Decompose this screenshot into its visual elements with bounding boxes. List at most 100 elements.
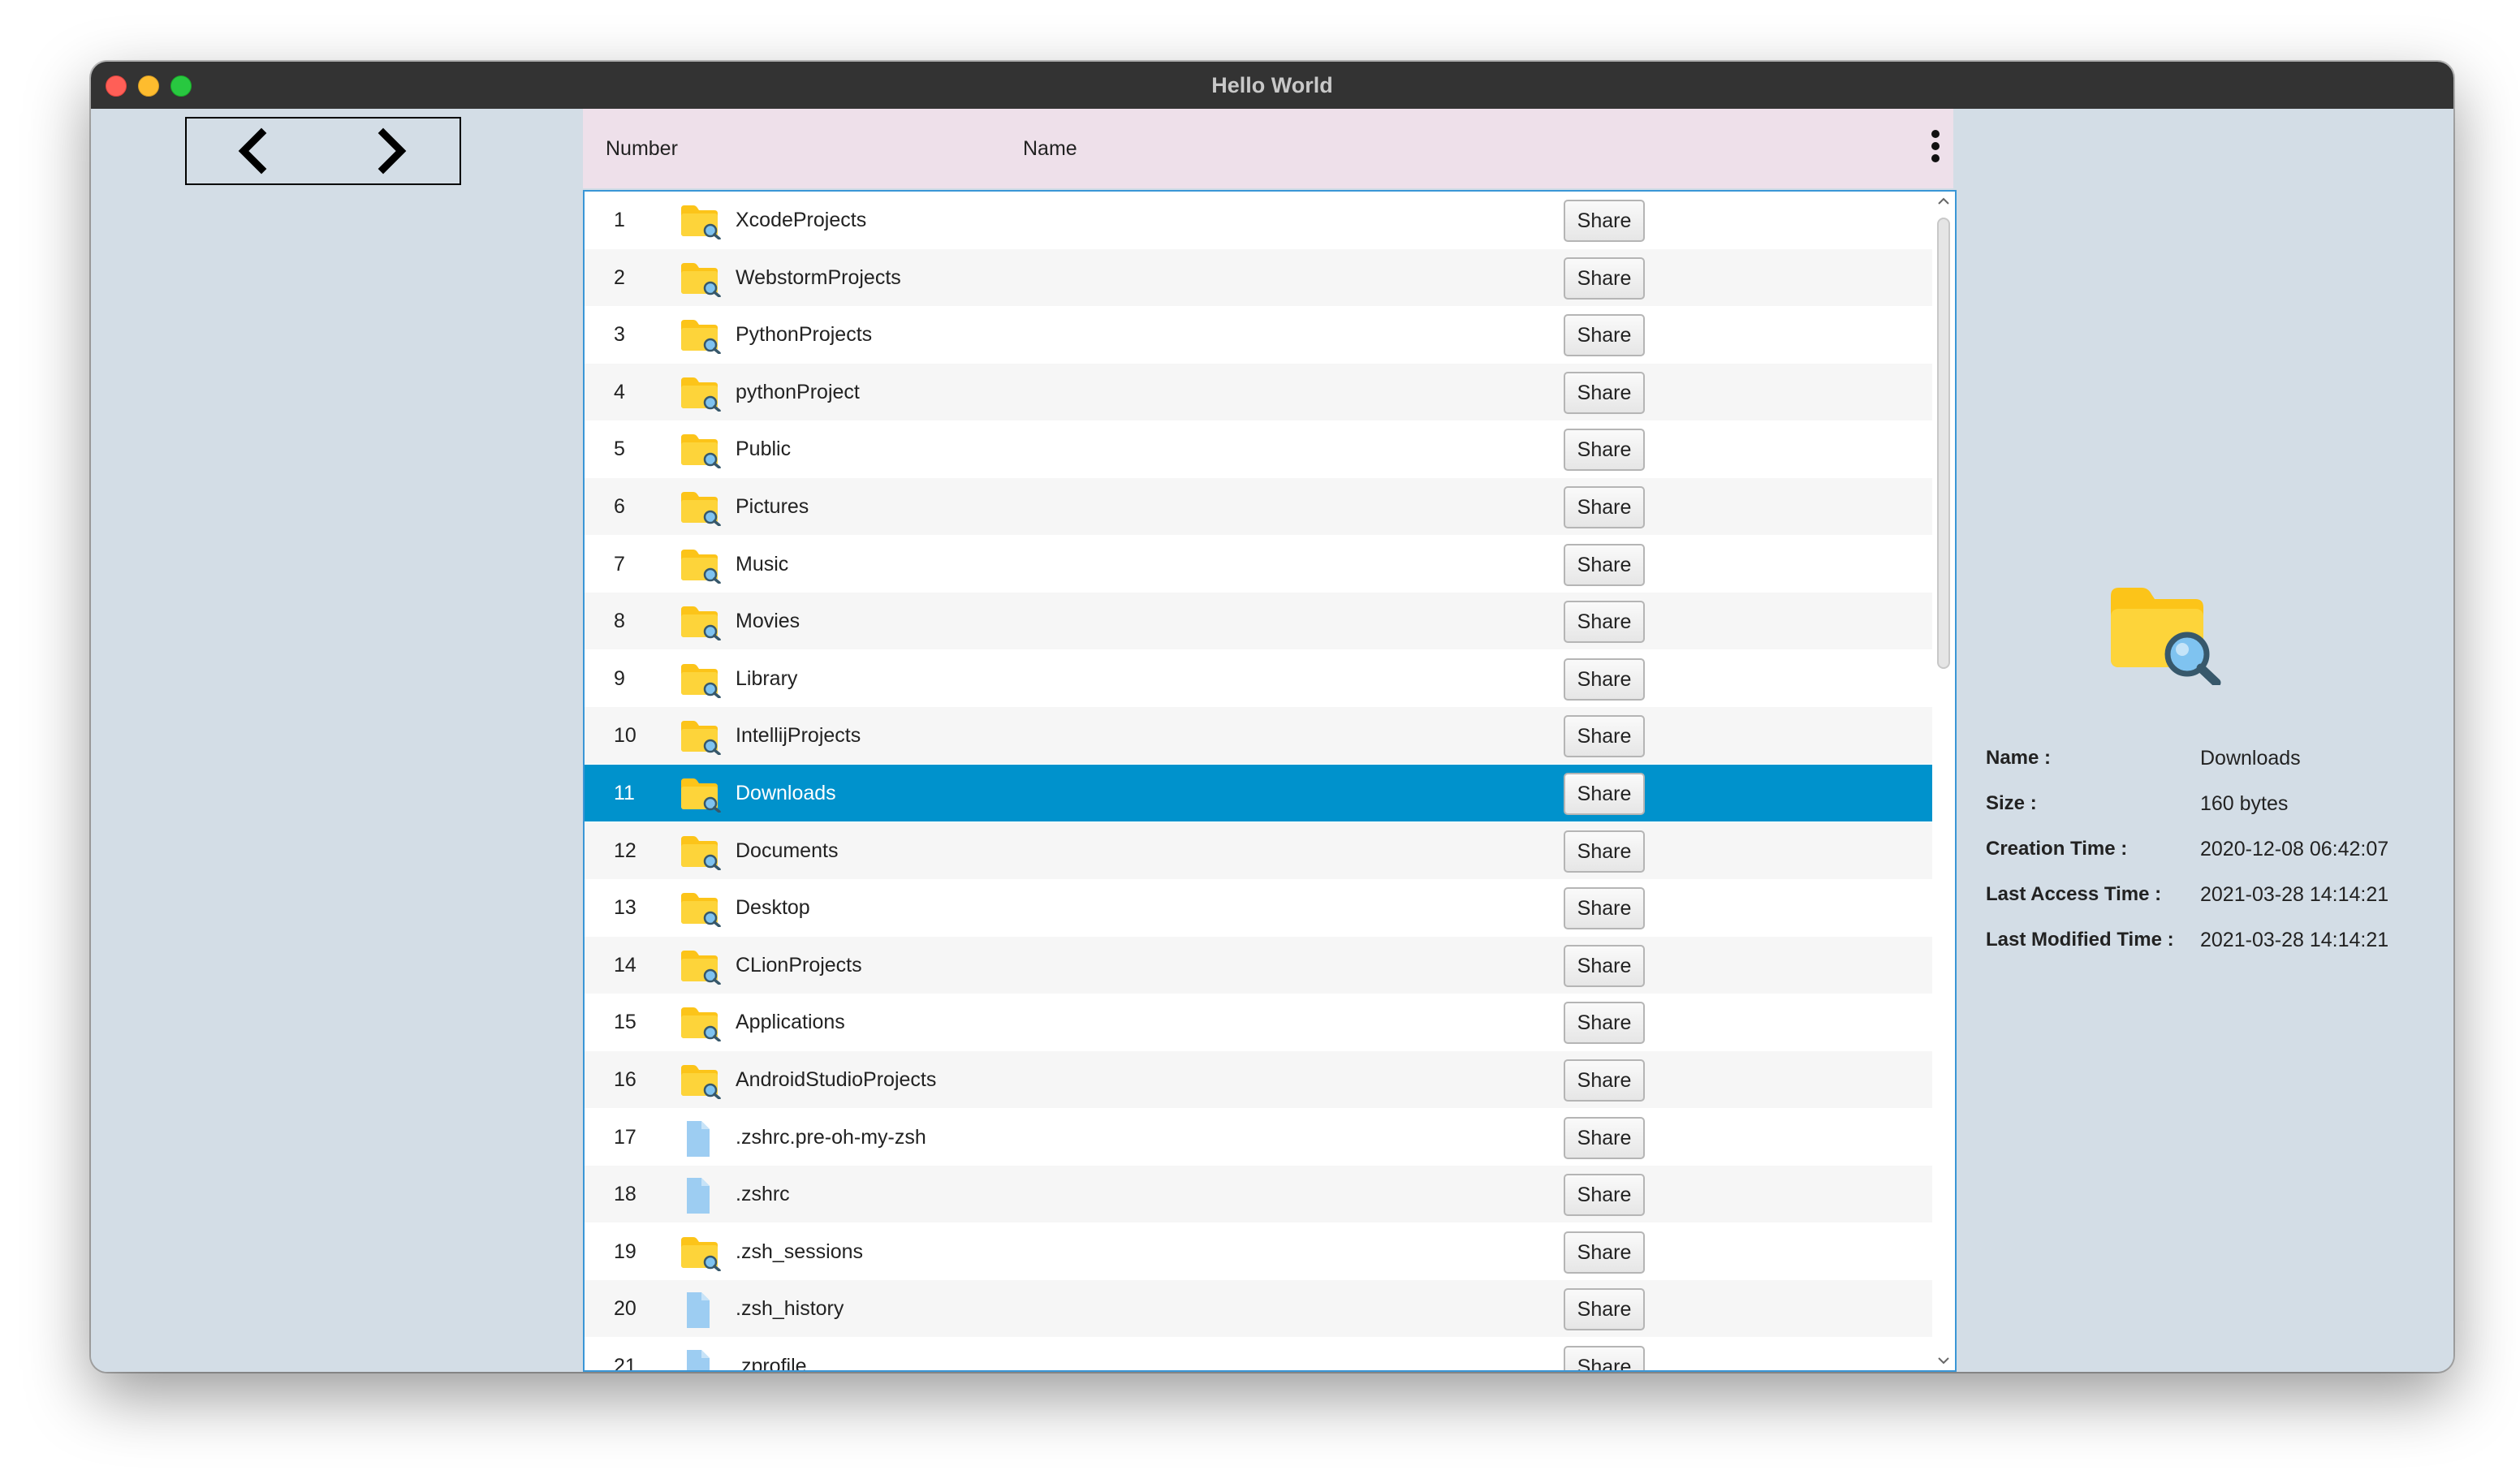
row-name: Documents [736, 839, 839, 862]
table-row[interactable]: 18 .zshrc Share [585, 1166, 1932, 1223]
table-row[interactable]: 21 .zprofile Share [585, 1338, 1932, 1372]
kebab-menu-icon[interactable] [1926, 128, 1945, 170]
share-button[interactable]: Share [1564, 1116, 1645, 1159]
share-button[interactable]: Share [1564, 1288, 1645, 1331]
details-panel: Name : Downloads Size : 160 bytes Creati… [1953, 109, 2453, 1372]
folder-search-icon [680, 834, 723, 871]
row-name: Desktop [736, 896, 810, 920]
table-row[interactable]: 1 XcodeProjects Share [585, 192, 1932, 248]
row-number: 7 [614, 552, 625, 576]
detail-name-label: Name : [1986, 747, 2052, 769]
folder-search-icon [680, 949, 723, 985]
row-number: 13 [614, 896, 636, 920]
row-name: Downloads [736, 782, 836, 804]
row-name: Movies [736, 610, 800, 633]
table-row[interactable]: 15 Applications Share [585, 994, 1932, 1051]
share-button[interactable]: Share [1564, 773, 1645, 815]
folder-search-icon [680, 261, 723, 298]
forward-button[interactable] [367, 127, 416, 175]
table-row[interactable]: 10 IntellijProjects Share [585, 707, 1932, 765]
row-name: Music [736, 552, 789, 576]
back-button[interactable] [229, 127, 278, 175]
table-row[interactable]: 17 .zshrc.pre-oh-my-zsh Share [585, 1108, 1932, 1166]
row-number: 1 [614, 209, 625, 231]
row-name: Library [736, 666, 798, 690]
detail-size-label: Size : [1986, 792, 2037, 814]
table-row[interactable]: 14 CLionProjects Share [585, 936, 1932, 994]
share-button[interactable]: Share [1564, 371, 1645, 414]
folder-search-icon [680, 1063, 723, 1100]
detail-access-value: 2021-03-28 14:14:21 [2200, 883, 2389, 906]
row-name: WebstormProjects [736, 265, 901, 289]
row-number: 4 [614, 380, 625, 403]
share-button[interactable]: Share [1564, 1059, 1645, 1102]
row-number: 11 [614, 782, 635, 804]
table-row[interactable]: 2 WebstormProjects Share [585, 248, 1932, 306]
table-row[interactable]: 12 Documents Share [585, 821, 1932, 879]
table-row[interactable]: 13 Desktop Share [585, 879, 1932, 937]
table-row[interactable]: 4 pythonProject Share [585, 363, 1932, 420]
scroll-up-arrow-icon[interactable] [1935, 193, 1952, 209]
table-row[interactable]: 19 .zsh_sessions Share [585, 1222, 1932, 1280]
share-button[interactable]: Share [1564, 944, 1645, 987]
row-number: 19 [614, 1240, 636, 1263]
file-icon [680, 1178, 723, 1214]
share-button[interactable]: Share [1564, 314, 1645, 357]
table-row[interactable]: 3 PythonProjects Share [585, 306, 1932, 364]
folder-search-icon [680, 1235, 723, 1272]
share-button[interactable]: Share [1564, 1346, 1645, 1370]
share-button[interactable]: Share [1564, 715, 1645, 758]
column-header-name[interactable]: Name [1023, 109, 1077, 188]
row-number: 20 [614, 1297, 636, 1321]
share-button[interactable]: Share [1564, 601, 1645, 644]
vertical-scrollbar[interactable] [1932, 192, 1955, 1370]
folder-search-icon [680, 204, 723, 240]
folder-search-icon [680, 1006, 723, 1043]
table-row[interactable]: 6 Pictures Share [585, 478, 1932, 535]
row-name: .zshrc [736, 1183, 790, 1206]
chevron-right-icon [378, 127, 407, 175]
folder-search-icon [680, 318, 723, 355]
detail-creation-label: Creation Time : [1986, 838, 2128, 860]
detail-creation-value: 2020-12-08 06:42:07 [2200, 838, 2389, 860]
table-row[interactable]: 9 Library Share [585, 649, 1932, 707]
share-button[interactable]: Share [1564, 658, 1645, 701]
share-button[interactable]: Share [1564, 1231, 1645, 1274]
row-name: .zsh_sessions [736, 1240, 864, 1263]
scrollbar-thumb[interactable] [1937, 218, 1950, 669]
share-button[interactable]: Share [1564, 257, 1645, 300]
table-row[interactable]: 5 Public Share [585, 420, 1932, 478]
share-button[interactable]: Share [1564, 1174, 1645, 1217]
row-name: XcodeProjects [736, 209, 867, 231]
row-number: 18 [614, 1183, 636, 1206]
file-table: Number Name 1 XcodeProjects Share 2 Webstorm… [583, 109, 1957, 1372]
share-button[interactable]: Share [1564, 830, 1645, 873]
scroll-down-arrow-icon[interactable] [1935, 1352, 1952, 1369]
share-button[interactable]: Share [1564, 1002, 1645, 1045]
row-number: 21 [614, 1355, 636, 1372]
table-row[interactable]: 7 Music Share [585, 535, 1932, 593]
title-bar: Hello World [91, 62, 2453, 110]
share-button[interactable]: Share [1564, 200, 1645, 242]
share-button[interactable]: Share [1564, 429, 1645, 472]
folder-search-icon [680, 605, 723, 641]
folder-search-icon [680, 490, 723, 527]
folder-search-icon [680, 376, 723, 412]
table-row[interactable]: 8 Movies Share [585, 593, 1932, 650]
table-row[interactable]: 11 Downloads Share [585, 765, 1932, 821]
row-number: 17 [614, 1125, 636, 1149]
row-number: 8 [614, 610, 625, 633]
column-header-number[interactable]: Number [606, 109, 678, 188]
row-number: 15 [614, 1011, 636, 1034]
share-button[interactable]: Share [1564, 887, 1645, 930]
detail-access-label: Last Access Time : [1986, 883, 2162, 905]
navigation-box [185, 117, 461, 185]
share-button[interactable]: Share [1564, 486, 1645, 528]
table-row[interactable]: 20 .zsh_history Share [585, 1280, 1932, 1338]
share-button[interactable]: Share [1564, 543, 1645, 586]
folder-search-icon [680, 662, 723, 699]
file-icon [680, 1120, 723, 1157]
row-number: 5 [614, 438, 625, 461]
row-number: 14 [614, 953, 636, 977]
table-row[interactable]: 16 AndroidStudioProjects Share [585, 1051, 1932, 1108]
